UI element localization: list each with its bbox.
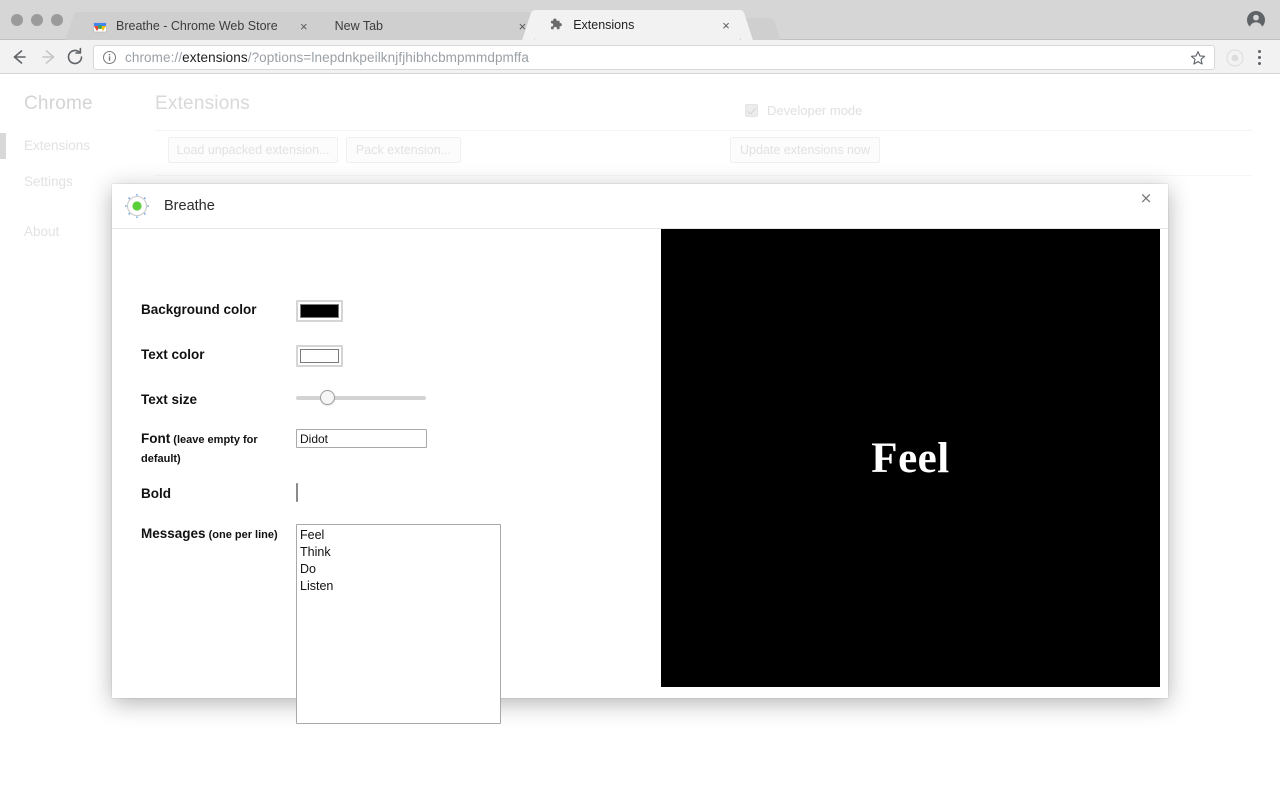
back-arrow-icon[interactable] [8, 46, 30, 68]
tab-breathe-web-store[interactable]: Breathe - Chrome Web Store × [65, 12, 331, 40]
dialog-header: Breathe × [112, 184, 1168, 229]
messages-textarea[interactable]: Feel Think Do Listen [296, 524, 501, 724]
breathe-extension-icon[interactable] [1226, 49, 1244, 67]
url-path: /?options=lnepdnkpeilknjfjhibhcbmpmmdpmf… [247, 50, 529, 65]
window-controls [11, 14, 63, 26]
text-size-row: Text size [141, 390, 426, 408]
dialog-title: Breathe [164, 198, 215, 214]
update-extensions-now-button[interactable]: Update extensions now [730, 137, 880, 163]
bold-control[interactable] [296, 483, 298, 502]
url-scheme: chrome:// [125, 50, 183, 65]
bold-label: Bold [141, 486, 171, 501]
messages-label-main: Messages [141, 526, 206, 541]
forward-arrow-icon [38, 46, 60, 68]
tab-title: Extensions [573, 18, 635, 32]
close-icon[interactable]: × [1137, 189, 1155, 207]
slider-thumb[interactable] [320, 390, 336, 405]
bookmark-star-icon[interactable] [1190, 50, 1206, 66]
sidebar-brand: Chrome [24, 93, 93, 114]
messages-text: Feel Think Do Listen [300, 528, 334, 593]
text-color-label: Text color [141, 347, 205, 362]
puzzle-piece-icon [549, 17, 565, 33]
header-divider [155, 130, 1252, 131]
dialog-body: Background color Text color Text size Fo… [112, 229, 1168, 724]
load-unpacked-extension-button[interactable]: Load unpacked extension... [168, 137, 338, 163]
extension-options-dialog: Breathe × Background color Text color Te… [112, 184, 1168, 724]
messages-row: Messages (one per line) Feel Think Do Li… [141, 524, 501, 724]
info-circle-icon[interactable] [102, 50, 117, 65]
background-color-input[interactable] [296, 300, 343, 322]
sidebar-item-about[interactable]: About [24, 224, 59, 239]
bold-row: Bold [141, 483, 298, 502]
font-label: Font (leave empty for default) [141, 429, 296, 468]
text-size-slider[interactable] [296, 390, 426, 406]
reload-icon[interactable] [64, 46, 86, 68]
tab-strip: Breathe - Chrome Web Store × New Tab × E… [65, 6, 781, 40]
preview-panel: Feel [661, 229, 1160, 687]
address-bar-url: chrome://extensions/?options=lnepdnkpeil… [125, 50, 529, 65]
title-bar: Breathe - Chrome Web Store × New Tab × E… [0, 0, 1280, 40]
url-host: extensions [182, 50, 248, 65]
tab-close-button[interactable]: × [286, 20, 308, 33]
tab-extensions[interactable]: Extensions × [522, 10, 753, 40]
pack-extension-button[interactable]: Pack extension... [346, 137, 461, 163]
text-color-input[interactable] [296, 345, 343, 367]
font-label-main: Font [141, 431, 171, 446]
developer-mode-label: Developer mode [767, 103, 863, 118]
text-size-control[interactable] [296, 390, 426, 406]
tab-close-button[interactable]: × [708, 19, 730, 32]
sidebar-item-settings[interactable]: Settings [24, 174, 73, 189]
background-color-label: Background color [141, 302, 257, 317]
background-color-row: Background color [141, 300, 343, 322]
close-window-button[interactable] [11, 14, 23, 26]
toolbar-divider [155, 175, 1252, 176]
address-bar[interactable]: chrome://extensions/?options=lnepdnkpeil… [93, 45, 1215, 70]
maximize-window-button[interactable] [51, 14, 63, 26]
profile-avatar-icon[interactable] [1246, 10, 1266, 30]
text-color-control[interactable] [296, 345, 343, 367]
messages-control[interactable]: Feel Think Do Listen [296, 524, 501, 724]
font-row: Font (leave empty for default) [141, 429, 427, 468]
breathe-green-dot-icon [124, 193, 150, 219]
chrome-web-store-icon [92, 18, 108, 34]
tab-close-button[interactable]: × [505, 20, 527, 33]
text-color-value [300, 349, 339, 363]
browser-toolbar: chrome://extensions/?options=lnepdnkpeil… [0, 40, 1280, 74]
developer-mode-checkbox[interactable] [745, 104, 758, 117]
tab-new-tab[interactable]: New Tab × [304, 12, 549, 40]
font-input[interactable] [296, 429, 427, 448]
options-form: Background color Text color Text size Fo… [112, 229, 661, 724]
messages-label: Messages (one per line) [141, 524, 296, 544]
bold-checkbox[interactable] [296, 483, 298, 502]
text-size-label: Text size [141, 392, 198, 407]
font-control[interactable] [296, 429, 427, 448]
tab-title: New Tab [334, 19, 384, 33]
text-color-row: Text color [141, 345, 343, 367]
background-color-control[interactable] [296, 300, 343, 322]
slider-track [296, 396, 426, 400]
page-title: Extensions [155, 93, 250, 114]
browser-window: Breathe - Chrome Web Store × New Tab × E… [0, 0, 1280, 800]
resize-handle-icon[interactable] [488, 711, 499, 722]
preview-message-text: Feel [871, 434, 950, 482]
tab-title: Breathe - Chrome Web Store [116, 19, 278, 33]
messages-label-sub: (one per line) [205, 529, 278, 541]
background-color-value [300, 304, 339, 318]
sidebar-item-extensions[interactable]: Extensions [24, 138, 90, 153]
three-dot-menu-icon[interactable] [1250, 47, 1268, 67]
developer-mode-row[interactable]: Developer mode [745, 103, 862, 118]
sidebar-active-indicator [0, 133, 6, 159]
minimize-window-button[interactable] [31, 14, 43, 26]
